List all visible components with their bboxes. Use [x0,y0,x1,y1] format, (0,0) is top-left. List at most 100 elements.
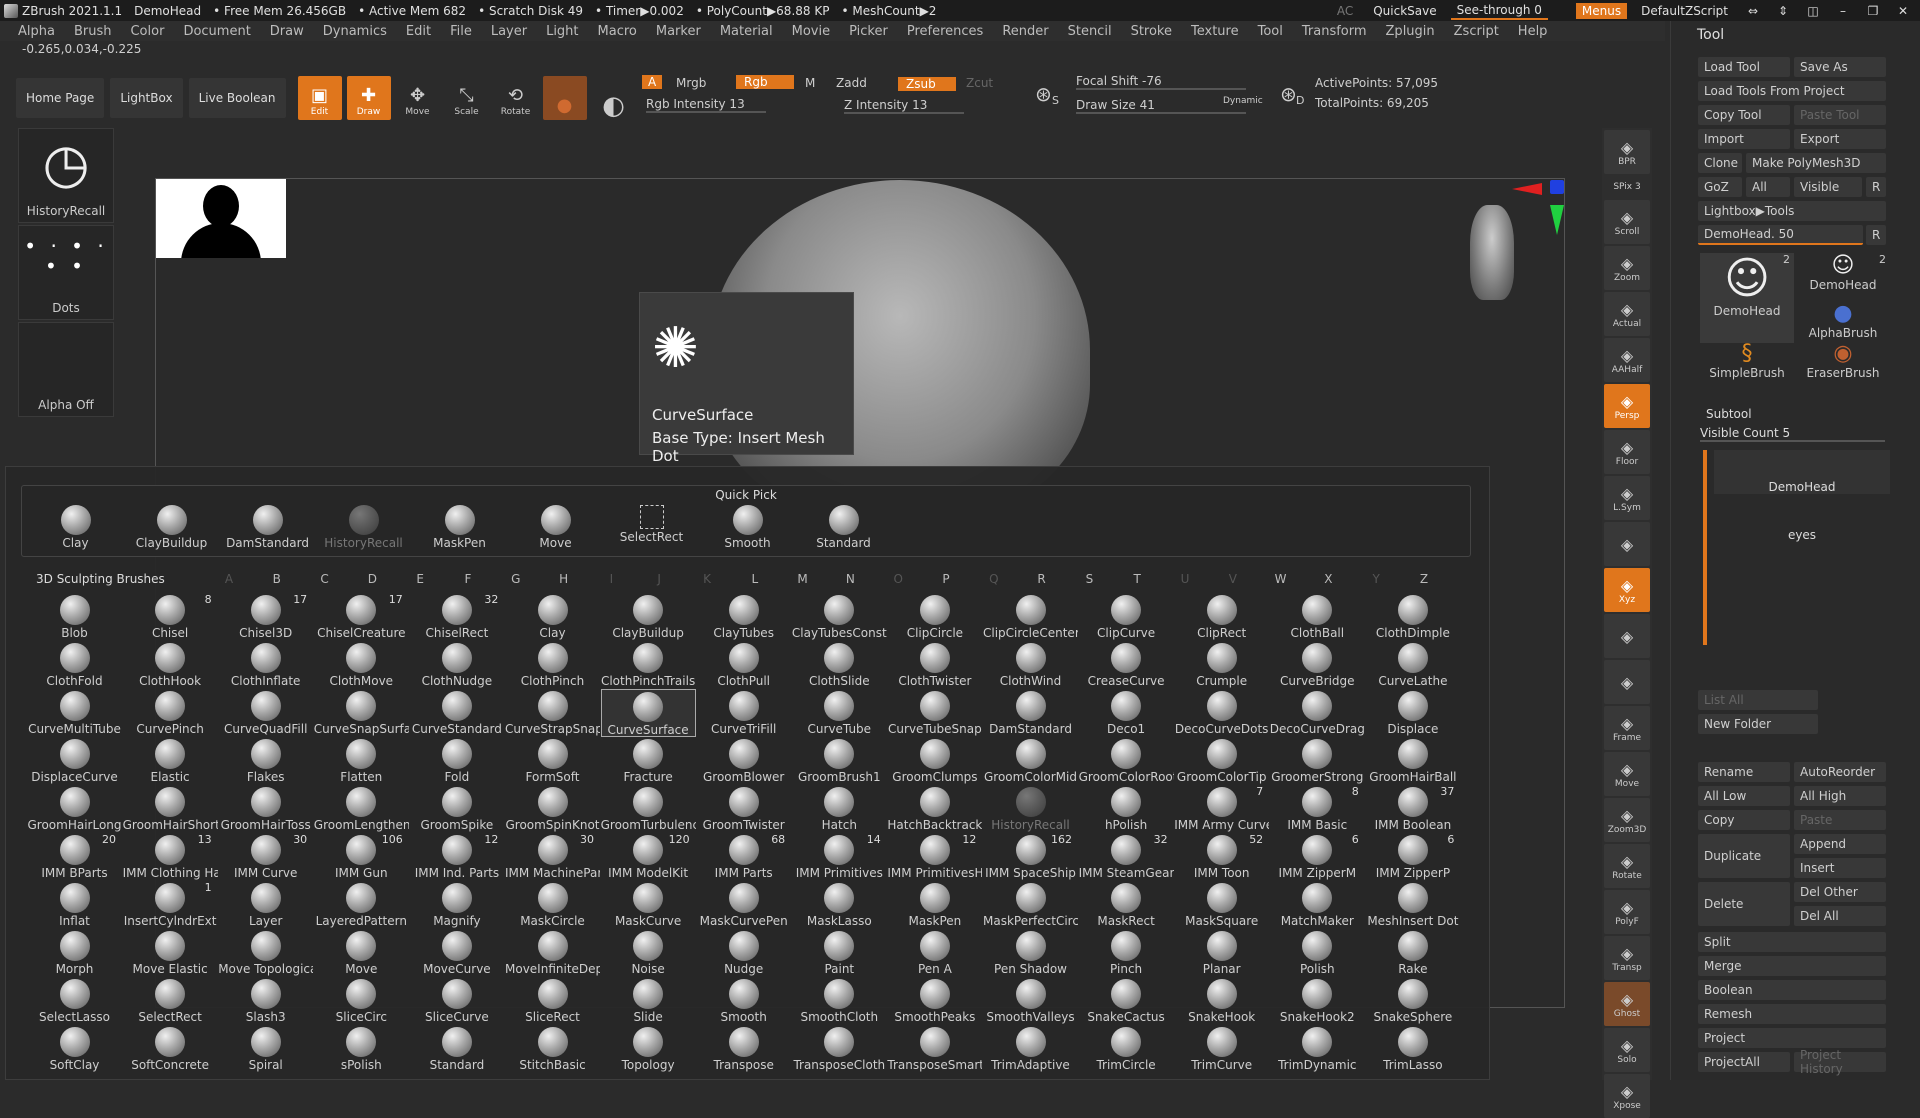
quick-pick-maskpen[interactable]: MaskPen [412,503,507,551]
brush-clothslide[interactable]: ClothSlide [792,641,887,689]
brush-groomcolortip[interactable]: GroomColorTip [1174,737,1269,785]
project-all-button[interactable]: ProjectAll [1698,1052,1790,1072]
merge-button[interactable]: Merge [1698,956,1886,976]
layout-icon[interactable]: ⇔ [1742,4,1764,18]
menu-light[interactable]: Light [546,24,578,39]
brush-decocurvedots[interactable]: DecoCurveDots [1174,689,1269,737]
brush-historyrecall[interactable]: HistoryRecall [983,785,1078,833]
brush-slash3[interactable]: Slash3 [218,977,313,1025]
brush-planar[interactable]: Planar [1174,929,1269,977]
brush-groomhairshort[interactable]: GroomHairShort [123,785,218,833]
menu-texture[interactable]: Texture [1191,24,1239,39]
new-folder-button[interactable]: New Folder [1698,714,1818,734]
export-button[interactable]: Export [1794,129,1886,149]
brush-paint[interactable]: Paint [792,929,887,977]
menu-picker[interactable]: Picker [849,24,888,39]
brush-morph[interactable]: Morph [27,929,122,977]
tool-thumb-eraserbrush-4[interactable]: ◉ EraserBrush [1796,341,1890,385]
duplicate-button[interactable]: Duplicate [1698,834,1790,878]
project-history-button[interactable]: Project History [1794,1048,1886,1076]
brush-claybuildup[interactable]: ClayBuildup [601,593,696,641]
brush-slide[interactable]: Slide [601,977,696,1025]
brush-groomlengthen[interactable]: GroomLengthen [314,785,409,833]
brush-curvestandard[interactable]: CurveStandard [409,689,504,737]
tool-thumb-demohead-1[interactable]: ☺ DemoHead 2 [1796,253,1890,297]
shelf-scroll[interactable]: ◈ Scroll [1604,200,1650,244]
brush-maskpen[interactable]: MaskPen [887,881,982,929]
menu-zplugin[interactable]: Zplugin [1386,24,1435,39]
visible-count-slider[interactable]: Visible Count 5 [1700,426,1885,442]
shelf-transp[interactable]: ◈ Transp [1604,936,1650,980]
make-polymesh3d-button[interactable]: Make PolyMesh3D [1746,153,1886,173]
brush-smoothcloth[interactable]: SmoothCloth [792,977,887,1025]
brush-groomspike[interactable]: GroomSpike [409,785,504,833]
brush-crumple[interactable]: Crumple [1174,641,1269,689]
load-tools-from-project-button[interactable]: Load Tools From Project [1698,81,1886,101]
brush-groomblower[interactable]: GroomBlower [696,737,791,785]
move-button[interactable]: ✥ Move [396,76,440,120]
brush-fracture[interactable]: Fracture [601,737,696,785]
layout-3-icon[interactable]: ◫ [1802,4,1824,18]
focal-shift-slider[interactable]: Focal Shift -76 [1076,74,1246,90]
menu-stroke[interactable]: Stroke [1131,24,1172,39]
insert-button[interactable]: Insert [1794,858,1886,878]
brush-trimcurve[interactable]: TrimCurve [1174,1025,1269,1073]
shelf-polyf[interactable]: ◈ PolyF [1604,890,1650,934]
history-recall-button[interactable]: ◷ HistoryRecall [18,128,114,223]
brush-creasecurve[interactable]: CreaseCurve [1079,641,1174,689]
brush-curvestrapsnap[interactable]: CurveStrapSnap [505,689,600,737]
shelf-bpr[interactable]: ◈ BPR [1604,130,1650,174]
brush-standard[interactable]: Standard [409,1025,504,1073]
brush-flakes[interactable]: Flakes [218,737,313,785]
menu-document[interactable]: Document [183,24,250,39]
quick-pick-standard[interactable]: Standard [796,503,891,551]
letter-filter-c[interactable]: C [315,572,335,586]
brush-smoothvalleys[interactable]: SmoothValleys [983,977,1078,1025]
brush-imm-toon[interactable]: IMM Toon 52 [1174,833,1269,881]
brush-imm-bparts[interactable]: IMM BParts 20 [27,833,122,881]
brush-imm-primitivesh[interactable]: IMM PrimitivesH 12 [887,833,982,881]
menu-macro[interactable]: Macro [598,24,637,39]
brush-imm-primitives[interactable]: IMM Primitives 14 [792,833,887,881]
brush-layeredpattern[interactable]: LayeredPattern [314,881,409,929]
brush-spolish[interactable]: sPolish [314,1025,409,1073]
letter-filter-m[interactable]: M [793,572,813,586]
brush-noise[interactable]: Noise [601,929,696,977]
menu-file[interactable]: File [450,24,472,39]
brush-chisel[interactable]: Chisel 8 [123,593,218,641]
letter-filter-p[interactable]: P [936,572,956,586]
copy-subtool-button[interactable]: Copy [1698,810,1790,830]
list-all-button[interactable]: List All [1698,690,1818,710]
quick-pick-historyrecall[interactable]: HistoryRecall [316,503,411,551]
letter-filter-r[interactable]: R [1032,572,1052,586]
mrgb-toggle[interactable]: Mrgb [676,76,706,90]
brush-chiselrect[interactable]: ChiselRect 32 [409,593,504,641]
rgb-toggle[interactable]: Rgb [736,75,794,89]
brush-maskcurvepen[interactable]: MaskCurvePen [696,881,791,929]
all-low-button[interactable]: All Low [1698,786,1790,806]
brush-stitchbasic[interactable]: StitchBasic [505,1025,600,1073]
brush-moveinfinitedep[interactable]: MoveInfiniteDep [505,929,600,977]
brush-clothwind[interactable]: ClothWind [983,641,1078,689]
letter-filter-z[interactable]: Z [1414,572,1434,586]
brush-meshinsert-dot[interactable]: MeshInsert Dot [1365,881,1460,929]
z-intensity-slider[interactable]: Z Intensity 13 [844,98,964,114]
default-zscript-button[interactable]: DefaultZScript [1635,3,1734,19]
visible-button[interactable]: Visible [1794,177,1862,197]
menu-transform[interactable]: Transform [1302,24,1367,39]
letter-filter-k[interactable]: K [697,572,717,586]
shelf-zoom3d[interactable]: ◈ Zoom3D [1604,798,1650,842]
demohead-slider[interactable]: DemoHead. 50 [1698,225,1863,245]
letter-filter-v[interactable]: V [1223,572,1243,586]
brush-move[interactable]: Move [314,929,409,977]
draw-button[interactable]: ✚ Draw [346,75,391,120]
lightbox-tools-button[interactable]: Lightbox▶Tools [1698,201,1886,221]
brush-clipcirclecenter[interactable]: ClipCircleCenter [983,593,1078,641]
brush-imm-army-curve[interactable]: IMM Army Curve 7 [1174,785,1269,833]
letter-filter-o[interactable]: O [888,572,908,586]
shelf-persp[interactable]: ◈ Persp [1604,384,1650,428]
menu-layer[interactable]: Layer [491,24,527,39]
brush-cliprect[interactable]: ClipRect [1174,593,1269,641]
brush-clothmove[interactable]: ClothMove [314,641,409,689]
shelf-xpose[interactable]: ◈ Xpose [1604,1074,1650,1118]
